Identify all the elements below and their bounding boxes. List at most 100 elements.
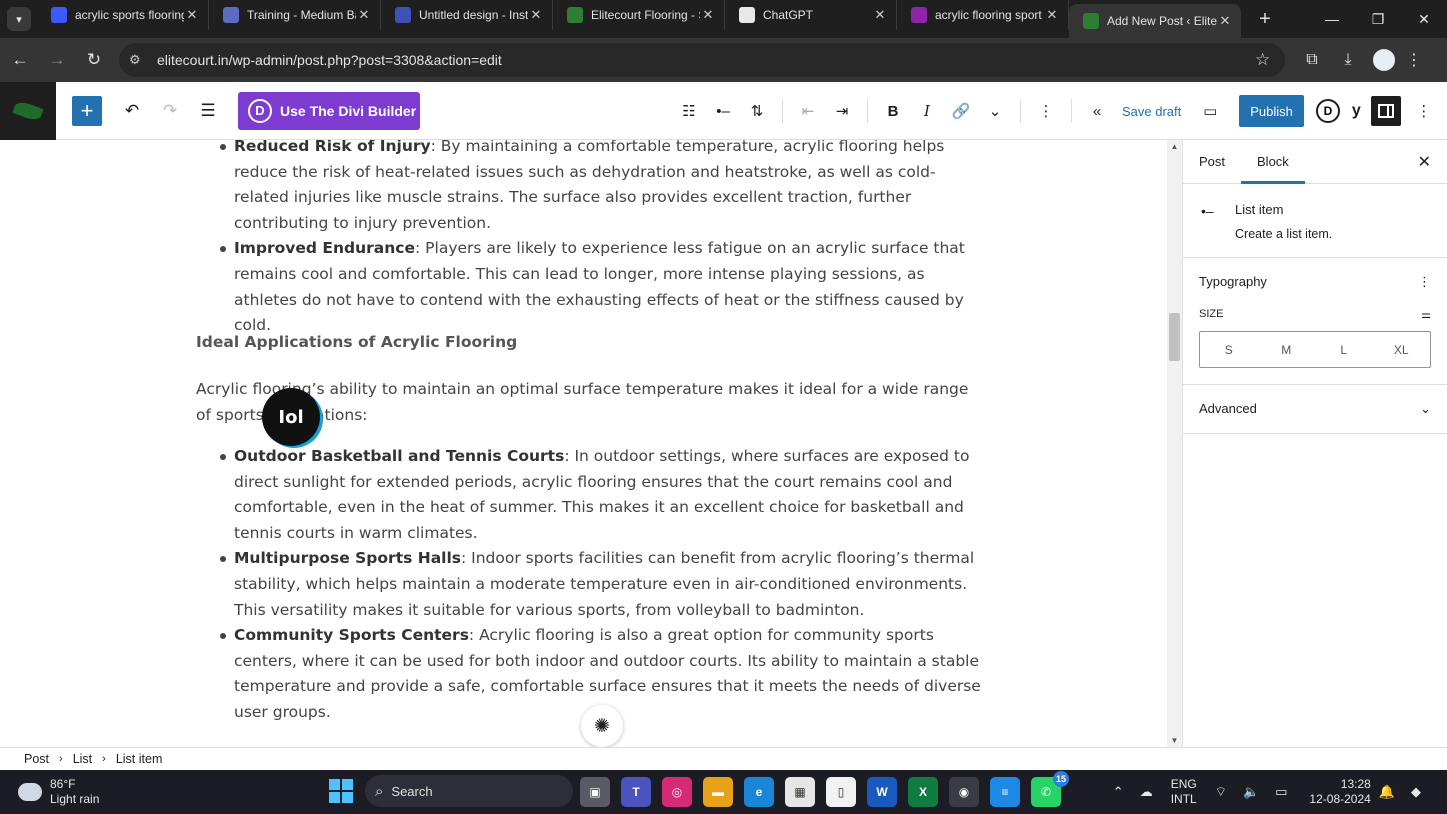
notification-bell-icon[interactable]: 🔔: [1379, 784, 1395, 800]
more-formatting-chevron-icon[interactable]: ⌄: [980, 95, 1010, 127]
size-option-s[interactable]: S: [1200, 332, 1258, 367]
onedrive-cloud-icon[interactable]: ☁: [1140, 784, 1153, 800]
store-icon[interactable]: ▦: [785, 777, 815, 807]
floating-logo-badge[interactable]: Iol: [262, 388, 320, 446]
preview-icon[interactable]: ▭: [1195, 95, 1225, 127]
indent-icon[interactable]: ⇥: [827, 95, 857, 127]
size-option-m[interactable]: M: [1258, 332, 1316, 367]
undo-icon[interactable]: ↶: [116, 95, 148, 127]
applications-list[interactable]: Outdoor Basketball and Tennis Courts: In…: [212, 444, 984, 726]
instagram-icon[interactable]: ◎: [662, 777, 692, 807]
tab-close-icon[interactable]: ✕: [872, 7, 888, 23]
tab-block[interactable]: Block: [1241, 140, 1305, 184]
tab-close-icon[interactable]: ✕: [1044, 7, 1060, 23]
task-view-icon[interactable]: ▣: [580, 777, 610, 807]
typography-options-icon[interactable]: ⋮: [1418, 274, 1431, 290]
browser-tab[interactable]: acrylic flooring sport ✕: [897, 0, 1069, 30]
tab-search-menu-icon[interactable]: ▾: [7, 7, 31, 31]
breadcrumb-list[interactable]: List: [73, 752, 92, 766]
tab-close-icon[interactable]: ✕: [356, 7, 372, 23]
publish-button[interactable]: Publish: [1239, 95, 1304, 127]
reload-icon[interactable]: ↻: [77, 43, 111, 77]
custom-size-icon[interactable]: ⚌: [1421, 308, 1431, 321]
list-item[interactable]: Improved Endurance: Players are likely t…: [212, 236, 984, 338]
settings-sidebar-toggle[interactable]: [1370, 96, 1401, 126]
scroll-down-icon[interactable]: ▼: [1167, 736, 1182, 745]
browser-tab[interactable]: Training - Medium Ba ✕: [209, 0, 381, 30]
downloads-icon[interactable]: ⤓: [1331, 43, 1365, 77]
browser-tab[interactable]: Add New Post ‹ Elite ✕: [1069, 4, 1241, 38]
teams-icon[interactable]: T: [621, 777, 651, 807]
address-url[interactable]: elitecourt.in/wp-admin/post.php?post=330…: [157, 52, 1255, 68]
edge-icon[interactable]: e: [744, 777, 774, 807]
save-draft-button[interactable]: Save draft: [1122, 104, 1181, 119]
windows-start-icon[interactable]: [329, 779, 353, 803]
block-options-icon[interactable]: ⋮: [1031, 95, 1061, 127]
tab-close-icon[interactable]: ✕: [1217, 13, 1233, 29]
editor-options-icon[interactable]: ⋮: [1409, 95, 1439, 127]
breadcrumb-post[interactable]: Post: [24, 752, 49, 766]
browser-tab[interactable]: ChatGPT ✕: [725, 0, 897, 30]
battery-icon[interactable]: ▭: [1275, 784, 1287, 800]
site-info-icon[interactable]: ⚙: [129, 52, 151, 68]
restore-icon[interactable]: ❐: [1355, 0, 1401, 38]
tab-post[interactable]: Post: [1183, 140, 1241, 184]
yoast-seo-icon[interactable]: y: [1352, 102, 1361, 120]
outdent-icon[interactable]: ⇤: [793, 95, 823, 127]
word-icon[interactable]: W: [867, 777, 897, 807]
file-explorer-icon[interactable]: ▬: [703, 777, 733, 807]
list-indent-icon[interactable]: ☷: [674, 95, 704, 127]
extensions-icon[interactable]: ⧉: [1295, 43, 1329, 77]
ai-assistant-icon[interactable]: ✺: [581, 705, 623, 747]
copilot-icon[interactable]: ◆: [1411, 784, 1421, 800]
scrollbar-thumb[interactable]: [1169, 313, 1180, 361]
volume-icon[interactable]: 🔈: [1243, 784, 1259, 800]
profile-avatar[interactable]: [1373, 49, 1395, 71]
size-option-l[interactable]: L: [1315, 332, 1373, 367]
language-indicator[interactable]: ENG INTL: [1171, 777, 1197, 807]
italic-icon[interactable]: I: [912, 95, 942, 127]
list-item[interactable]: Multipurpose Sports Halls: Indoor sports…: [212, 546, 984, 623]
minimize-icon[interactable]: —: [1309, 0, 1355, 38]
breadcrumb-list-item[interactable]: List item: [116, 752, 163, 766]
scroll-up-icon[interactable]: ▲: [1167, 142, 1182, 151]
block-inserter-button[interactable]: +: [72, 95, 102, 126]
weather-widget[interactable]: 86°F Light rain: [18, 777, 99, 807]
notepad-icon[interactable]: ▯: [826, 777, 856, 807]
browser-menu-icon[interactable]: ⋮: [1397, 43, 1431, 77]
section-heading[interactable]: Ideal Applications of Acrylic Flooring: [196, 333, 517, 351]
tab-close-icon[interactable]: ✕: [528, 7, 544, 23]
divi-builder-button[interactable]: D Use The Divi Builder: [238, 91, 420, 130]
move-up-down-icon[interactable]: ⇅: [742, 95, 772, 127]
clock[interactable]: 13:28 12-08-2024: [1309, 777, 1370, 807]
tab-close-icon[interactable]: ✕: [184, 7, 200, 23]
notes-app-icon[interactable]: ≡: [990, 777, 1020, 807]
taskbar-search[interactable]: ⌕ Search: [365, 775, 573, 807]
back-arrow-icon[interactable]: ←: [3, 43, 37, 77]
new-tab-button[interactable]: +: [1251, 8, 1279, 31]
advanced-panel-toggle[interactable]: Advanced ⌄: [1183, 385, 1447, 434]
browser-tab[interactable]: Elitecourt Flooring - S ✕: [553, 0, 725, 30]
list-item[interactable]: Reduced Risk of Injury: By maintaining a…: [212, 140, 984, 236]
address-bar[interactable]: ⚙ elitecourt.in/wp-admin/post.php?post=3…: [119, 43, 1285, 77]
browser-tab[interactable]: acrylic sports flooring ✕: [37, 0, 209, 30]
size-option-xl[interactable]: XL: [1373, 332, 1431, 367]
forward-arrow-icon[interactable]: →: [40, 43, 74, 77]
chrome-icon[interactable]: ◉: [949, 777, 979, 807]
canvas-scrollbar[interactable]: ▲ ▼: [1167, 140, 1182, 747]
chevron-up-icon[interactable]: ⌃: [1113, 784, 1124, 800]
whatsapp-icon[interactable]: ✆ 15: [1031, 771, 1069, 807]
collapse-toolbar-icon[interactable]: «: [1082, 95, 1112, 127]
bold-icon[interactable]: B: [878, 95, 908, 127]
bookmark-star-icon[interactable]: ☆: [1255, 50, 1285, 70]
document-overview-icon[interactable]: ☰: [192, 95, 224, 127]
benefits-list[interactable]: Reduced Risk of Injury: By maintaining a…: [212, 140, 984, 339]
list-item-icon[interactable]: •–: [708, 95, 738, 127]
site-logo[interactable]: [0, 81, 56, 140]
list-item[interactable]: Outdoor Basketball and Tennis Courts: In…: [212, 444, 984, 546]
window-close-icon[interactable]: ✕: [1401, 0, 1447, 38]
browser-tab[interactable]: Untitled design - Inst ✕: [381, 0, 553, 30]
divi-circle-icon[interactable]: D: [1315, 99, 1340, 123]
close-sidebar-icon[interactable]: ✕: [1418, 152, 1431, 172]
tab-close-icon[interactable]: ✕: [700, 7, 716, 23]
